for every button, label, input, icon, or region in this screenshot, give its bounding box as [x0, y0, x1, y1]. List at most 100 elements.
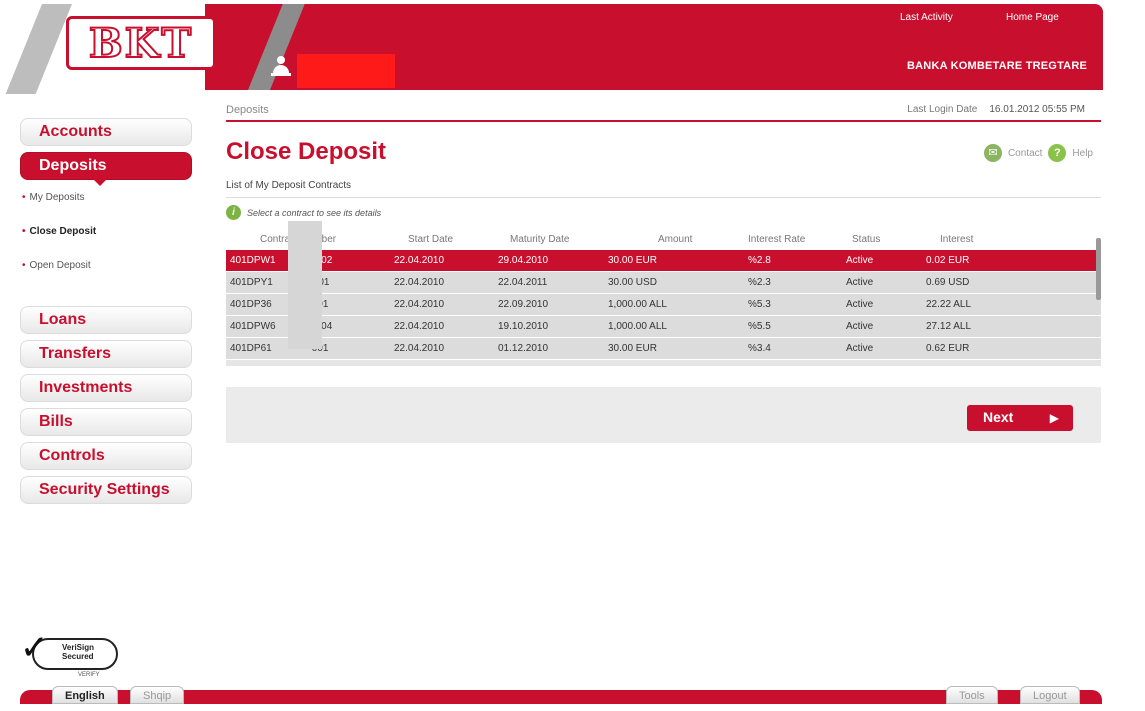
cell-maturity-date: 19.10.2010: [498, 321, 549, 332]
logo-text: BKT: [88, 19, 194, 68]
info-icon: i: [226, 205, 241, 220]
table-header: Contract Number Start Date Maturity Date…: [226, 228, 1101, 250]
column-header: Interest Rate: [748, 233, 806, 245]
checkmark-icon: ✓: [20, 629, 49, 667]
bkt-logo[interactable]: BKT: [66, 16, 216, 70]
contact-icon[interactable]: ✉: [983, 144, 1002, 162]
page-title: Close Deposit: [226, 138, 387, 165]
table-row[interactable]: 401DPW1 002 22.04.2010 29.04.2010 30.00 E…: [226, 250, 1101, 272]
contract-prefix: 401DPY1: [230, 277, 273, 288]
cell-start-date: 22.04.2010: [394, 321, 445, 332]
submenu-label: Open Deposit: [29, 260, 91, 271]
home-page-link[interactable]: Home Page: [1006, 12, 1059, 23]
cell-status: Active: [846, 321, 874, 332]
contract-prefix: 401DPW6: [230, 321, 276, 332]
language-english[interactable]: English: [52, 686, 118, 704]
cell-interest-rate: %3.4: [748, 343, 771, 354]
action-panel: Next ▶: [226, 387, 1101, 443]
next-button[interactable]: Next ▶: [967, 405, 1073, 431]
last-login: Last Login Date 16.01.2012 05:55 PM: [907, 104, 1085, 115]
cell-amount: 1,000.00 ALL: [608, 299, 667, 310]
submenu-my-deposits[interactable]: • My Deposits: [20, 192, 196, 226]
cell-interest: 0.02 EUR: [926, 255, 970, 266]
cell-interest-rate: %5.5: [748, 321, 771, 332]
hint-text: Select a contract to see its details: [247, 207, 382, 218]
help-icon[interactable]: ?: [1048, 144, 1067, 162]
cell-start-date: 22.04.2010: [394, 343, 445, 354]
contracts-table: Contract Number Start Date Maturity Date…: [226, 221, 1101, 367]
cell-maturity-date: 22.04.2011: [498, 277, 548, 288]
cell-interest-rate: %5.3: [748, 299, 771, 310]
main-content: Deposits Last Login Date 16.01.2012 05:55…: [226, 100, 1101, 443]
cell-interest: 0.69 USD: [926, 277, 970, 288]
title-actions: ✉ Contact ? Help: [983, 144, 1093, 162]
sidebar-item-accounts[interactable]: Accounts: [20, 118, 192, 146]
cell-status: Active: [846, 255, 874, 266]
last-activity-link[interactable]: Last Activity: [900, 12, 953, 23]
cell-start-date: 22.04.2010: [394, 277, 445, 288]
table-scrollbar[interactable]: [1096, 238, 1101, 300]
sidebar-item-security-settings[interactable]: Security Settings: [20, 476, 192, 504]
tools-button[interactable]: Tools: [946, 686, 998, 704]
submenu-label: Close Deposit: [29, 226, 97, 237]
cell-start-date: 22.04.2010: [394, 299, 445, 310]
table-row[interactable]: 401DP36001 22.04.2010 22.09.2010 1,000.0…: [226, 294, 1101, 316]
cell-maturity-date: 01.12.2010: [498, 343, 549, 354]
play-arrow-icon: ▶: [1049, 411, 1059, 425]
column-header: Amount: [658, 233, 693, 245]
cell-maturity-date: 22.09.2010: [498, 299, 549, 310]
contract-number-redacted: [288, 221, 322, 349]
last-login-value: 16.01.2012 05:55 PM: [989, 104, 1085, 115]
cell-start-date: 22.04.2010: [394, 255, 445, 266]
language-shqip[interactable]: Shqip: [130, 686, 185, 704]
contract-prefix: 401DPW1: [230, 255, 276, 266]
header: BKT Last Activity Home Page BANKA KOMBET…: [0, 0, 1145, 94]
cell-interest-rate: %2.8: [748, 255, 771, 266]
bank-name: BANKA KOMBETARE TREGTARE: [907, 60, 1087, 72]
column-header: Maturity Date: [510, 233, 570, 245]
cell-status: Active: [846, 299, 874, 310]
list-title: List of My Deposit Contracts: [226, 180, 1101, 198]
sidebar-nav: Accounts Deposits • My Deposits • Close De…: [20, 118, 196, 510]
logout-button[interactable]: Logout: [1020, 686, 1080, 704]
cell-amount: 1,000.00 ALL: [608, 321, 667, 332]
last-login-label: Last Login Date: [907, 104, 978, 115]
decorative-stripe: [5, 4, 72, 94]
user-icon: [271, 56, 291, 76]
verisign-seal[interactable]: ✓ VeriSign Secured VERIFY: [20, 624, 120, 684]
hint: i Select a contract to see its details: [226, 205, 1101, 220]
contract-prefix: 401DP36: [230, 299, 272, 310]
table-row-partial[interactable]: [226, 360, 1101, 367]
column-header: Status: [852, 233, 881, 245]
verify-text: VERIFY: [78, 672, 100, 678]
sidebar-item-controls[interactable]: Controls: [20, 442, 192, 470]
cell-status: Active: [846, 277, 874, 288]
cell-interest-rate: %2.3: [748, 277, 771, 288]
sidebar-item-bills[interactable]: Bills: [20, 408, 192, 436]
submenu-close-deposit[interactable]: • Close Deposit: [20, 226, 196, 260]
sidebar-item-investments[interactable]: Investments: [20, 374, 192, 402]
submenu-label: My Deposits: [29, 192, 85, 203]
sidebar-item-deposits[interactable]: Deposits: [20, 152, 192, 186]
sidebar-item-transfers[interactable]: Transfers: [20, 340, 192, 368]
table-row[interactable]: 401DPW6 004 22.04.2010 19.10.2010 1,000.0…: [226, 316, 1101, 338]
help-link[interactable]: Help: [1072, 148, 1093, 159]
next-label: Next: [983, 409, 1014, 425]
verisign-text: VeriSign Secured: [62, 643, 95, 661]
submenu-open-deposit[interactable]: • Open Deposit: [20, 260, 196, 294]
deposits-submenu: • My Deposits • Close Deposit • Open Deposi…: [20, 192, 196, 294]
breadcrumb-bar: Deposits Last Login Date 16.01.2012 05:55…: [226, 100, 1101, 122]
sidebar-item-loans[interactable]: Loans: [20, 306, 192, 334]
cell-amount: 30.00 EUR: [608, 343, 657, 354]
cell-interest: 22.22 ALL: [926, 299, 972, 310]
cell-interest: 27.12 ALL: [926, 321, 972, 332]
cell-maturity-date: 29.04.2010: [498, 255, 549, 266]
cell-amount: 30.00 EUR: [608, 255, 657, 266]
table-row[interactable]: 401DP61001 22.04.2010 01.12.2010 30.00 E…: [226, 338, 1101, 360]
contact-link[interactable]: Contact: [1008, 148, 1042, 159]
cell-interest: 0.62 EUR: [926, 343, 970, 354]
cell-status: Active: [846, 343, 874, 354]
table-row[interactable]: 401DPY1001 22.04.2010 22.04.2011 30.00 U…: [226, 272, 1101, 294]
contract-prefix: 401DP61: [230, 343, 272, 354]
column-header: Interest: [940, 233, 974, 245]
